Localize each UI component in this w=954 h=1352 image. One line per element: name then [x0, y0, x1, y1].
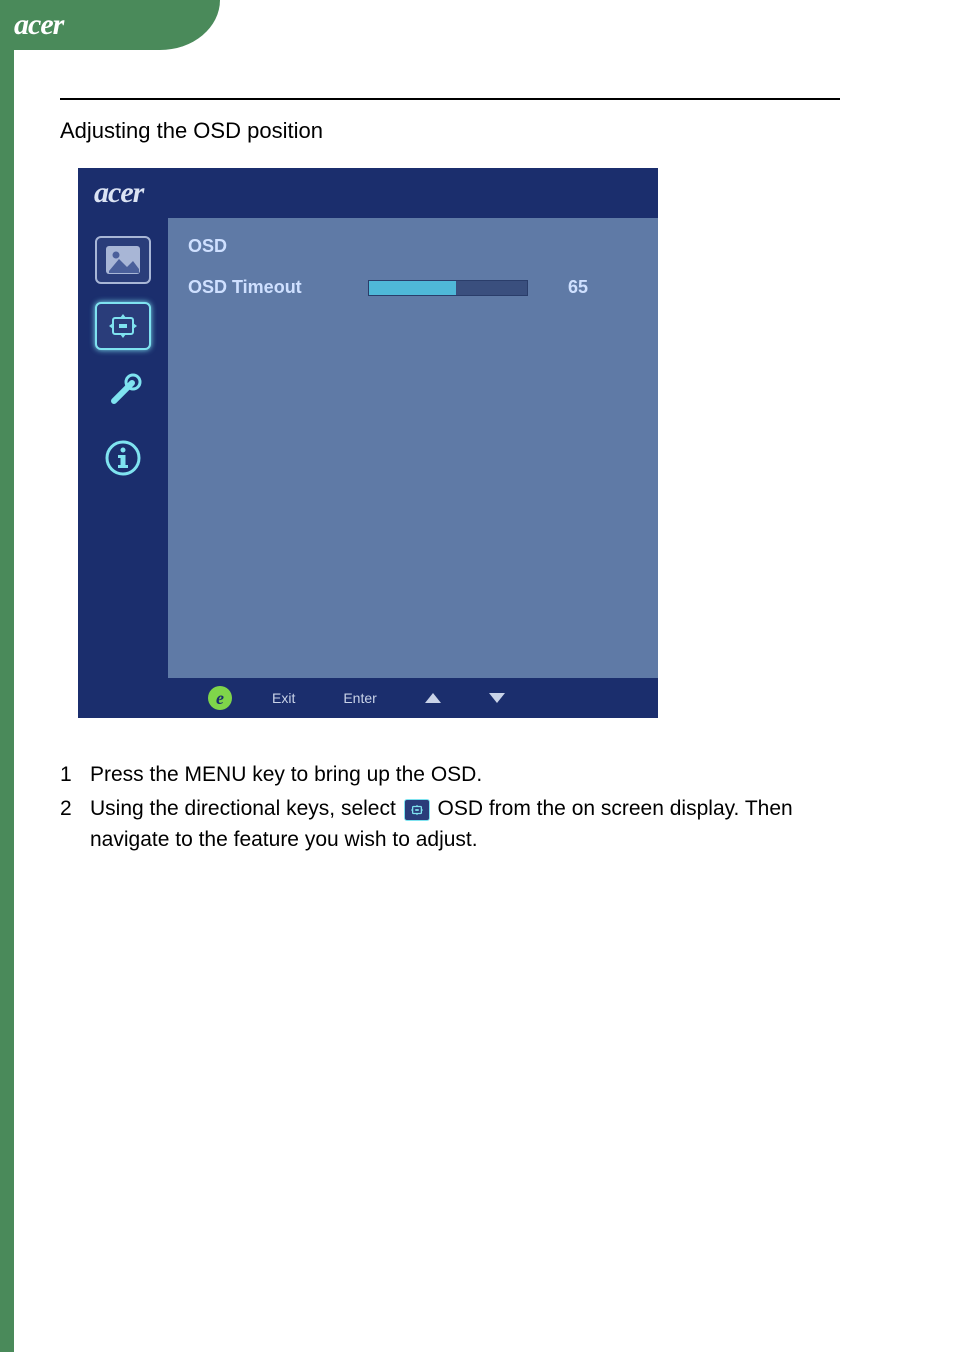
osd-timeout-slider[interactable] [368, 280, 528, 296]
instructions-list: 1 Press the MENU key to bring up the OSD… [60, 760, 840, 859]
settings-tab[interactable] [95, 368, 151, 416]
osd-footer: e Exit Enter [168, 678, 658, 718]
arrow-up-icon [425, 693, 441, 703]
page-title: Adjusting the OSD position [60, 118, 323, 144]
osd-timeout-value: 65 [568, 277, 588, 298]
osd-main-area: OSD OSD Timeout 65 [168, 218, 658, 678]
osd-timeout-row[interactable]: OSD Timeout 65 [168, 257, 658, 298]
instruction-number: 2 [60, 794, 90, 855]
side-strip [0, 48, 14, 1352]
instruction-item: 2 Using the directional keys, select OSD… [60, 794, 840, 855]
osd-position-icon [103, 310, 143, 342]
picture-icon [105, 245, 141, 275]
instruction-text: Using the directional keys, select OSD f… [90, 794, 840, 855]
up-button[interactable] [425, 693, 441, 703]
arrow-down-icon [489, 693, 505, 703]
osd-position-tab[interactable] [95, 302, 151, 350]
instruction-item: 1 Press the MENU key to bring up the OSD… [60, 760, 840, 790]
settings-icon [102, 371, 144, 413]
info-tab[interactable] [95, 434, 151, 482]
info-icon [103, 438, 143, 478]
divider [60, 98, 840, 100]
instruction-text: Press the MENU key to bring up the OSD. [90, 760, 840, 790]
exit-button[interactable]: Exit [272, 690, 295, 706]
osd-panel: acer [78, 168, 658, 718]
osd-timeout-label: OSD Timeout [188, 277, 368, 298]
osd-heading: OSD [168, 218, 658, 257]
osd-brand-logo: acer [94, 176, 143, 210]
empowering-button[interactable]: e [208, 686, 232, 710]
picture-tab[interactable] [95, 236, 151, 284]
osd-sidebar [78, 218, 168, 678]
down-button[interactable] [489, 693, 505, 703]
osd-timeout-slider-fill [369, 281, 456, 295]
instruction-number: 1 [60, 760, 90, 790]
brand-logo: acer [14, 8, 63, 42]
enter-button[interactable]: Enter [343, 690, 376, 706]
osd-position-inline-icon [404, 799, 430, 821]
